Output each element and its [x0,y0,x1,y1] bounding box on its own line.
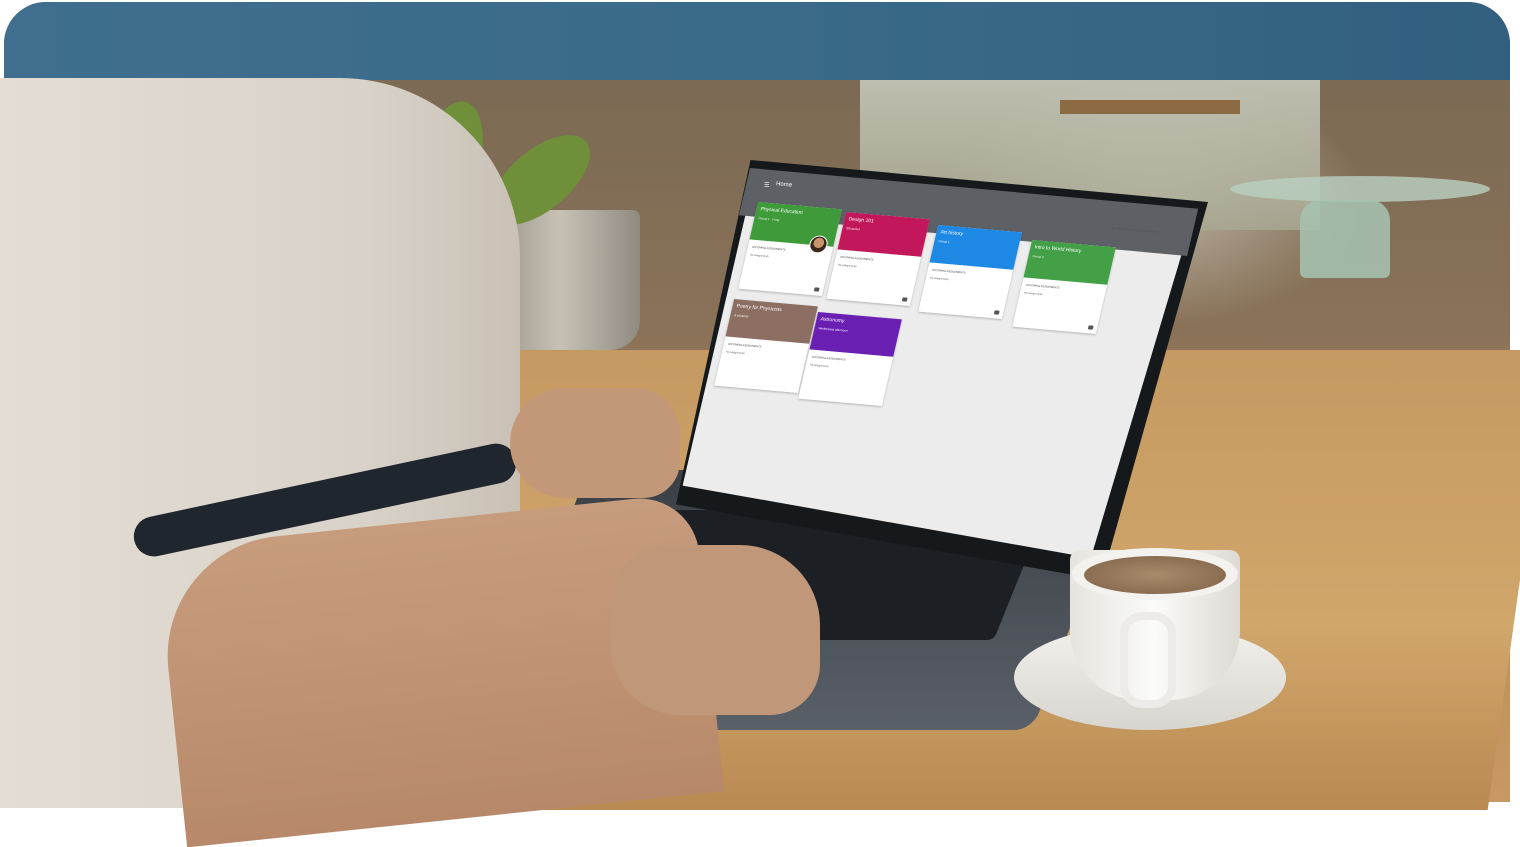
cup-handle [1120,612,1176,708]
upcoming-label: UPCOMING ASSIGNMENTS [931,268,966,275]
top-banner [4,2,1510,80]
window-shelf [1060,100,1240,114]
folder-icon[interactable] [813,287,820,292]
page-title: Home [775,181,793,189]
assignment-status: No assignments [929,276,949,282]
folder-icon[interactable] [1087,325,1094,330]
left-hand [510,388,680,498]
upcoming-label: UPCOMING ASSIGNMENTS [727,342,762,349]
assignment-status: No assignments [837,263,857,269]
right-hand [610,545,820,715]
folder-icon[interactable] [993,310,1000,315]
class-subtitle: Period 3 [1032,254,1045,260]
upcoming-label: UPCOMING ASSIGNMENTS [839,255,874,262]
upcoming-label: UPCOMING ASSIGNMENTS [811,355,846,362]
cake-stand-stem [1300,200,1390,278]
class-subtitle: Period 1 [938,239,951,245]
assignment-status: No assignments [725,350,745,356]
coffee [1084,556,1226,594]
assignment-status: No assignments [809,363,829,369]
hamburger-menu-icon[interactable]: ☰ [764,182,769,189]
upcoming-label: UPCOMING ASSIGNMENTS [751,245,786,252]
assignment-status: No assignments [1023,291,1043,297]
folder-icon[interactable] [901,297,908,302]
cake-stand [1230,176,1490,202]
assignment-status: No assignments [749,253,769,259]
upcoming-label: UPCOMING ASSIGNMENTS [1025,283,1060,290]
